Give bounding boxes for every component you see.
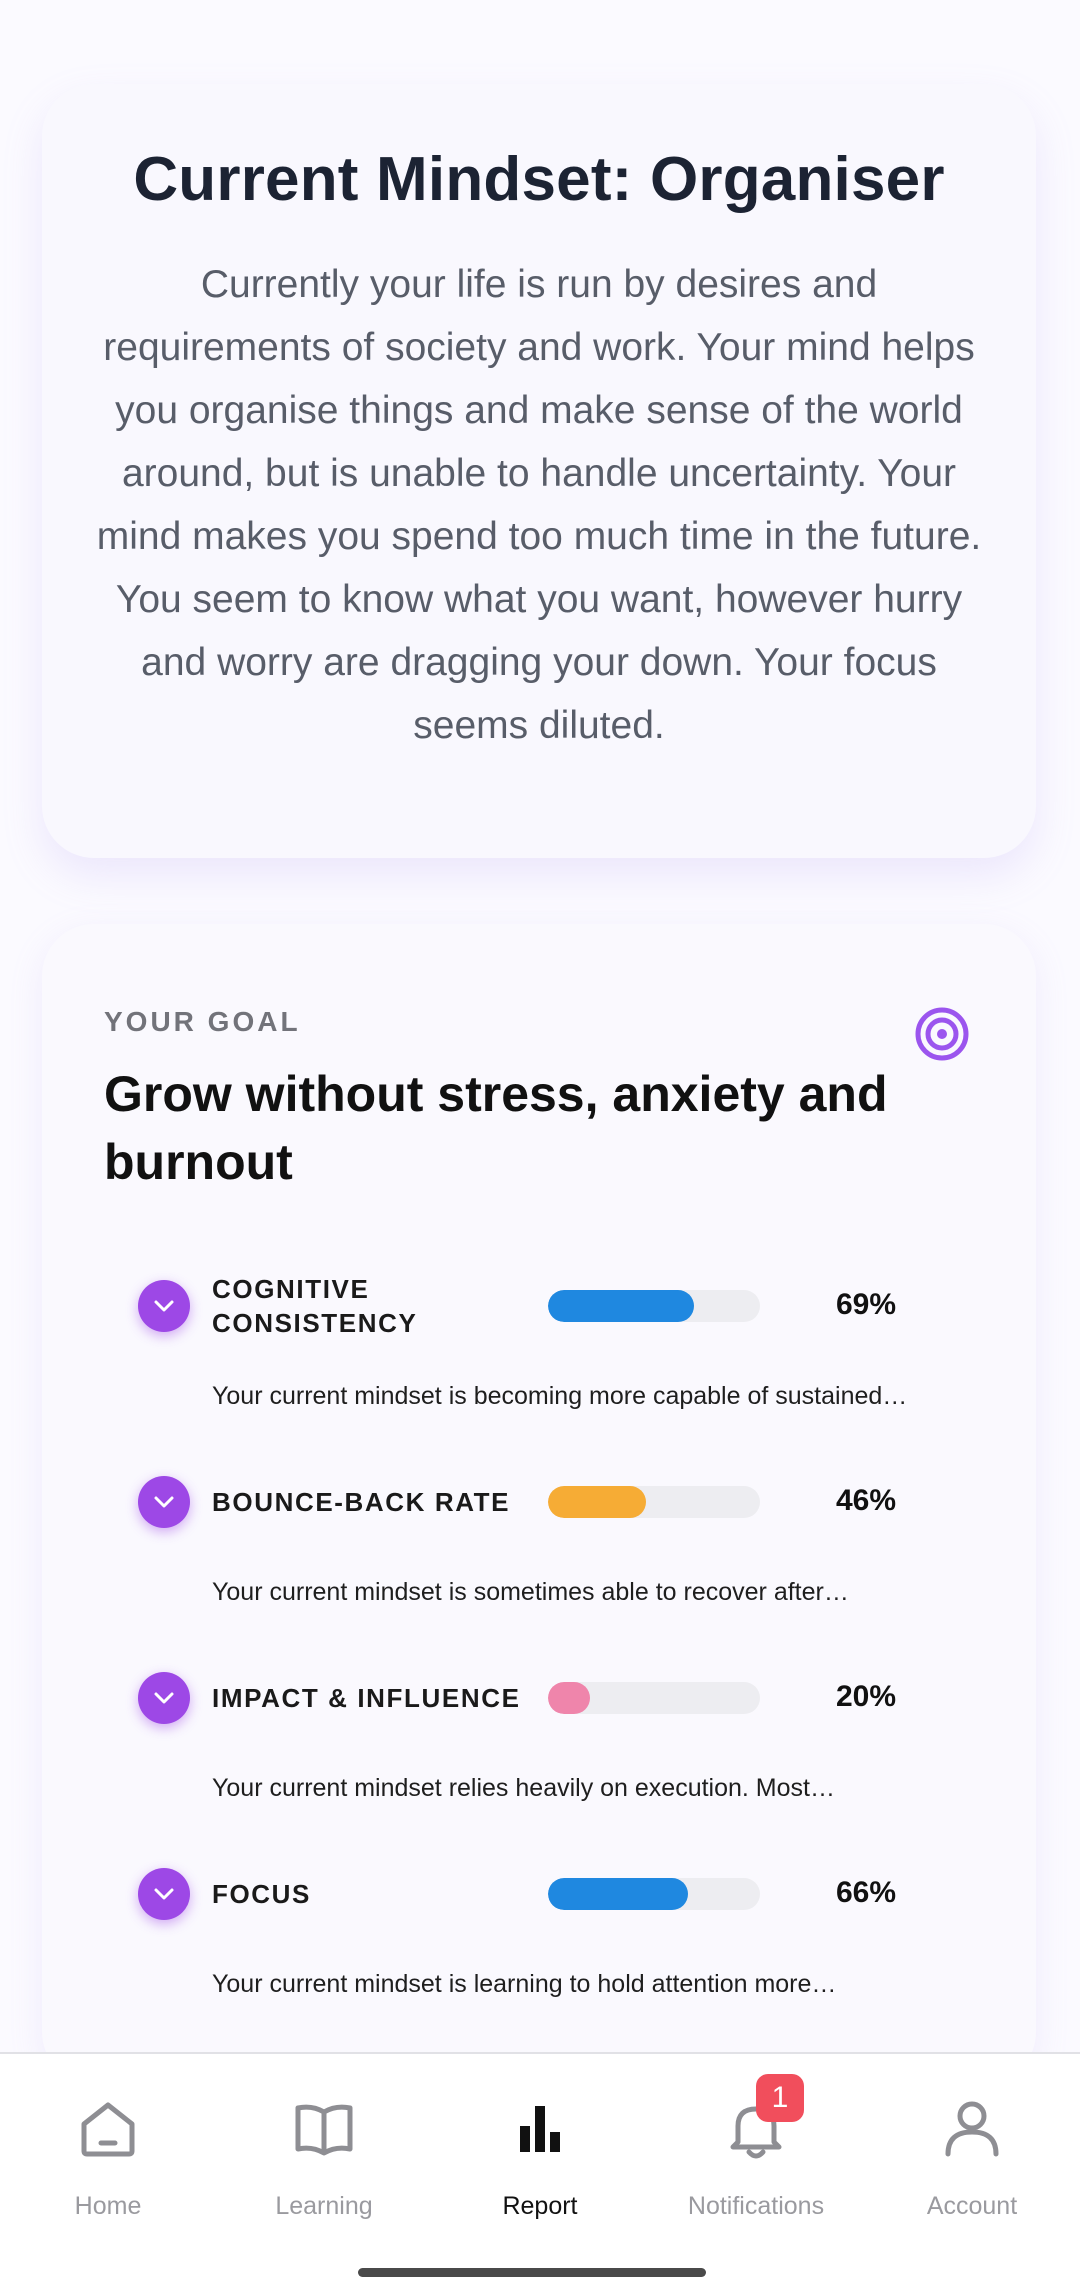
metric-progress-fill <box>548 1878 688 1910</box>
bar-chart-icon <box>520 2106 560 2152</box>
nav-label: Notifications <box>687 2192 825 2220</box>
metric-percent: 66% <box>836 1876 897 1909</box>
nav-item-account[interactable]: Account <box>864 2054 1080 2234</box>
nav-item-learning[interactable]: Learning <box>216 2054 432 2234</box>
report-screen: Current Mindset: Organiser Currently you… <box>0 0 1080 2294</box>
metric-progress-bar <box>548 1486 760 1518</box>
metric-progress-bar <box>548 1682 760 1714</box>
metric-row-impact-influence: IMPACT & INFLUENCE 20% Your current mind… <box>42 1670 1036 1840</box>
notification-badge: 1 <box>756 2074 804 2122</box>
metric-row-focus: FOCUS 66% Your current mindset is learni… <box>42 1866 1036 2036</box>
metric-row-cognitive-consistency: COGNITIVE CONSISTENCY 69% Your current m… <box>42 1270 1036 1440</box>
metric-percent: 20% <box>836 1680 897 1713</box>
metric-progress-fill <box>548 1682 591 1714</box>
home-icon <box>81 2102 135 2157</box>
metric-row-bounce-back-rate: BOUNCE-BACK RATE 46% Your current mindse… <box>42 1474 1036 1644</box>
metric-name: IMPACT & INFLUENCE <box>212 1683 521 1713</box>
bottom-nav: Home Learning Report Notifications 1 Acc… <box>0 2052 1080 2294</box>
nav-item-report[interactable]: Report <box>432 2054 648 2234</box>
nav-item-home[interactable]: Home <box>0 2054 216 2234</box>
metric-description: Your current mindset is learning to hold… <box>212 1970 837 1998</box>
nav-label: Report <box>502 2192 578 2220</box>
metric-progress-bar <box>548 1290 760 1322</box>
metric-progress-fill <box>548 1290 695 1322</box>
nav-label: Home <box>74 2192 142 2220</box>
metric-description: Your current mindset is sometimes able t… <box>212 1578 849 1606</box>
mindset-description: Currently your life is run by desires an… <box>96 263 982 747</box>
chevron-down-icon[interactable] <box>138 1280 190 1332</box>
user-icon <box>945 2101 999 2157</box>
mindset-title: Current Mindset: Organiser <box>133 145 945 214</box>
chevron-down-icon[interactable] <box>138 1868 190 1920</box>
metric-progress-bar <box>548 1878 760 1910</box>
metric-description: Your current mindset relies heavily on e… <box>212 1774 835 1802</box>
metric-description: Your current mindset is becoming more ca… <box>212 1382 908 1410</box>
nav-label: Account <box>926 2192 1018 2220</box>
target-icon <box>915 1007 969 1061</box>
book-icon <box>295 2104 353 2156</box>
goal-title: Grow without stress, anxiety and burnout <box>104 1066 888 1190</box>
nav-label: Learning <box>275 2192 373 2220</box>
metric-name: FOCUS <box>212 1879 311 1909</box>
metric-percent: 46% <box>836 1484 897 1517</box>
mindset-card: Current Mindset: Organiser Currently you… <box>42 84 1036 858</box>
metric-name: BOUNCE-BACK RATE <box>212 1487 511 1517</box>
chevron-down-icon[interactable] <box>138 1672 190 1724</box>
goal-label: YOUR GOAL <box>104 1006 301 1037</box>
metric-progress-fill <box>548 1486 646 1518</box>
chevron-down-icon[interactable] <box>138 1476 190 1528</box>
metric-percent: 69% <box>836 1288 897 1321</box>
goal-card: YOUR GOAL Grow without stress, anxiety a… <box>42 924 1036 2084</box>
home-indicator <box>358 2268 706 2277</box>
metric-name: COGNITIVE CONSISTENCY <box>212 1274 418 1338</box>
